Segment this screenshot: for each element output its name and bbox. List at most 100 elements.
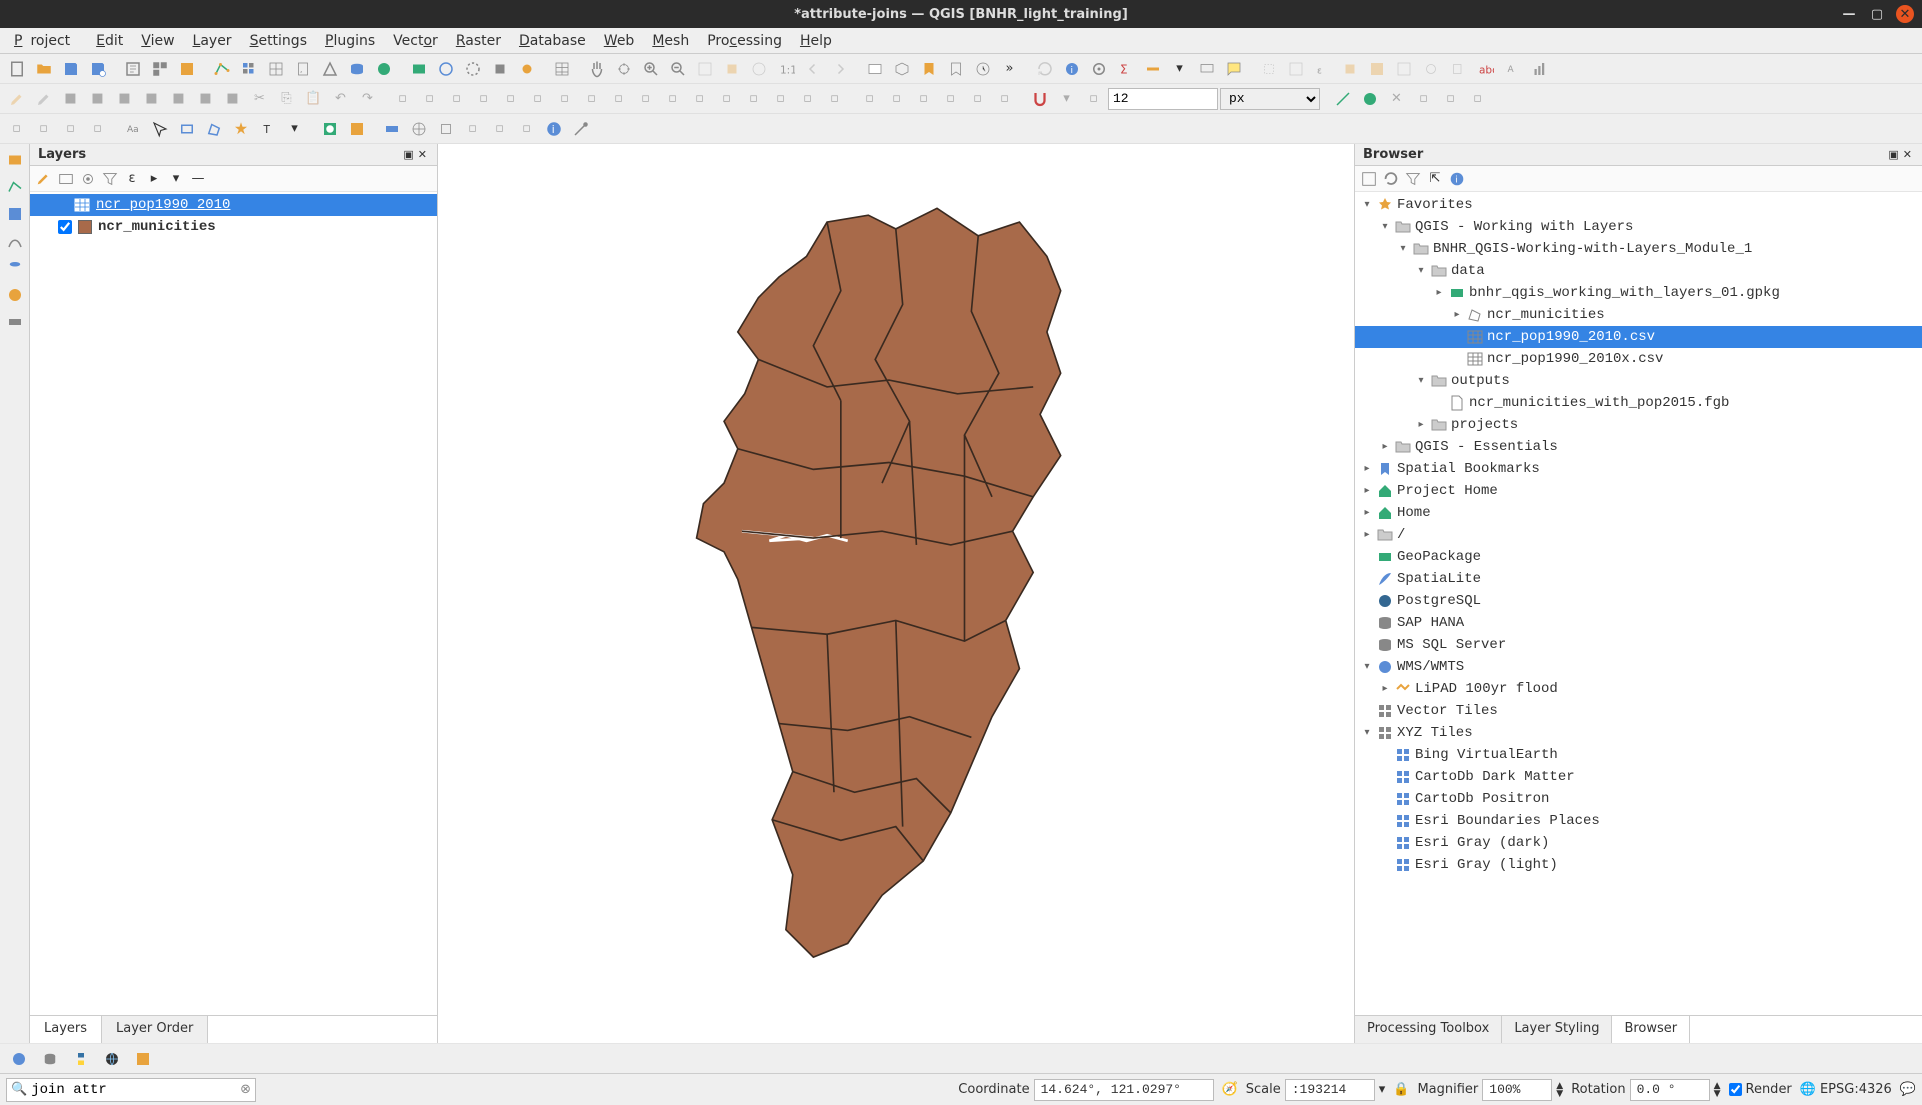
snap-opt1-icon[interactable]: ▫ <box>1411 86 1436 111</box>
dsm-open-icon[interactable] <box>3 148 27 172</box>
menu-web[interactable]: Web <box>596 29 643 53</box>
new-project-icon[interactable] <box>4 56 29 81</box>
browser-item[interactable]: PostgreSQL <box>1355 590 1922 612</box>
wms-layer-icon[interactable] <box>371 56 396 81</box>
dig10-icon[interactable]: ▫ <box>633 86 658 111</box>
tree-toggle-icon[interactable]: ▾ <box>1397 243 1409 255</box>
dig6-icon[interactable]: ▫ <box>525 86 550 111</box>
snap-tolerance-input[interactable] <box>1108 88 1218 110</box>
diagram-icon[interactable] <box>1526 56 1551 81</box>
browser-refresh-icon[interactable] <box>1381 169 1401 189</box>
dig11-icon[interactable]: ▫ <box>660 86 685 111</box>
crs-button[interactable]: 🌐 EPSG:4326 <box>1800 1082 1892 1097</box>
snap-unit-select[interactable]: px <box>1220 88 1320 110</box>
browser-item[interactable]: Esri Gray (dark) <box>1355 832 1922 854</box>
tree-toggle-icon[interactable]: ▸ <box>1379 441 1391 453</box>
layers-expand-icon[interactable]: ▸ <box>144 169 164 189</box>
locator-search[interactable]: 🔍 ⊗ <box>6 1078 256 1102</box>
layers-remove-icon[interactable]: — <box>188 169 208 189</box>
processing-toolbox-icon[interactable] <box>1086 56 1111 81</box>
menu-mesh[interactable]: Mesh <box>644 29 697 53</box>
plugin4-icon[interactable]: ▫ <box>460 116 485 141</box>
settings-icon[interactable] <box>568 116 593 141</box>
tree-toggle-icon[interactable]: ▸ <box>1415 419 1427 431</box>
toggle-editing-icon[interactable] <box>4 86 29 111</box>
snap6-icon[interactable]: ▫ <box>992 86 1017 111</box>
snap2-icon[interactable]: ▫ <box>884 86 909 111</box>
browser-item[interactable]: SAP HANA <box>1355 612 1922 634</box>
lbl4-icon[interactable]: ▫ <box>85 116 110 141</box>
open-project-icon[interactable] <box>31 56 56 81</box>
browser-item[interactable]: Esri Gray (light) <box>1355 854 1922 876</box>
style-manager-icon[interactable] <box>174 56 199 81</box>
dig4-icon[interactable]: ▫ <box>471 86 496 111</box>
label5-icon[interactable]: Aa <box>120 116 145 141</box>
browser-item[interactable]: GeoPackage <box>1355 546 1922 568</box>
extents-icon[interactable]: 🧭 <box>1222 1082 1238 1097</box>
dig2-icon[interactable]: ▫ <box>417 86 442 111</box>
measure-dropdown-icon[interactable]: ▾ <box>1167 56 1192 81</box>
show-bookmarks-icon[interactable] <box>943 56 968 81</box>
zoom-next-icon[interactable] <box>827 56 852 81</box>
browser-item[interactable]: ▾BNHR_QGIS-Working-with-Layers_Module_1 <box>1355 238 1922 260</box>
vector-layer-icon[interactable] <box>209 56 234 81</box>
josm-icon[interactable] <box>344 116 369 141</box>
tree-toggle-icon[interactable]: ▸ <box>1361 485 1373 497</box>
identify-icon[interactable]: i <box>1059 56 1084 81</box>
dsm-wms-icon[interactable] <box>3 283 27 307</box>
tree-toggle-icon[interactable]: ▸ <box>1361 529 1373 541</box>
refresh-icon[interactable] <box>1032 56 1057 81</box>
lock-scale-icon[interactable]: 🔒 <box>1393 1082 1409 1097</box>
redo-icon[interactable]: ↷ <box>355 86 380 111</box>
snap3-icon[interactable]: ▫ <box>911 86 936 111</box>
tree-toggle-icon[interactable]: ▾ <box>1361 661 1373 673</box>
deselect-icon[interactable] <box>1337 56 1362 81</box>
tree-toggle-icon[interactable]: ▸ <box>1379 683 1391 695</box>
tree-toggle-icon[interactable]: ▸ <box>1451 309 1463 321</box>
avoid-intersect-icon[interactable] <box>1357 86 1382 111</box>
dig9-icon[interactable]: ▫ <box>606 86 631 111</box>
browser-tree[interactable]: ▾Favorites▾QGIS - Working with Layers▾BN… <box>1355 192 1922 1015</box>
magnifier-spinner-icon[interactable]: ▲▼ <box>1556 1082 1563 1098</box>
browser-item[interactable]: CartoDb Positron <box>1355 788 1922 810</box>
snap-dropdown-icon[interactable]: ▾ <box>1054 86 1079 111</box>
plugin-db-icon[interactable] <box>37 1046 62 1071</box>
messages-icon[interactable]: 💬 <box>1900 1082 1916 1097</box>
dig3-icon[interactable]: ▫ <box>444 86 469 111</box>
browser-item[interactable]: ▸bnhr_qgis_working_with_layers_01.gpkg <box>1355 282 1922 304</box>
browser-item[interactable]: SpatiaLite <box>1355 568 1922 590</box>
browser-item[interactable]: ▾WMS/WMTS <box>1355 656 1922 678</box>
layers-tree[interactable]: ncr_pop1990_2010 ncr_municities <box>30 192 437 1015</box>
snap4-icon[interactable]: ▫ <box>938 86 963 111</box>
plugin-globe-icon[interactable] <box>99 1046 124 1071</box>
new-bookmark-icon[interactable] <box>916 56 941 81</box>
snap-layer-icon[interactable]: ▫ <box>1081 86 1106 111</box>
temporal-icon[interactable] <box>970 56 995 81</box>
delimited-text-icon[interactable]: , <box>290 56 315 81</box>
zoom-layer-icon[interactable] <box>746 56 771 81</box>
menu-layer[interactable]: Layer <box>185 29 240 53</box>
menu-database[interactable]: Database <box>511 29 594 53</box>
annotation-text-dropdown-icon[interactable]: ▾ <box>282 116 307 141</box>
scale-dropdown-icon[interactable]: ▾ <box>1379 1082 1386 1097</box>
zoom-last-icon[interactable] <box>800 56 825 81</box>
snap5-icon[interactable]: ▫ <box>965 86 990 111</box>
topo-editing-icon[interactable] <box>1330 86 1355 111</box>
browser-item[interactable]: ncr_pop1990_2010.csv <box>1355 326 1922 348</box>
map-canvas[interactable] <box>438 144 1354 1043</box>
minimize-button[interactable]: — <box>1840 5 1858 23</box>
tree-toggle-icon[interactable]: ▾ <box>1361 727 1373 739</box>
menu-raster[interactable]: Raster <box>448 29 509 53</box>
new-memory-layer-icon[interactable] <box>487 56 512 81</box>
plugin2-icon[interactable] <box>406 116 431 141</box>
statistics-icon[interactable]: Σ <box>1113 56 1138 81</box>
browser-item[interactable]: MS SQL Server <box>1355 634 1922 656</box>
new-shapefile-icon[interactable] <box>433 56 458 81</box>
paste-icon[interactable]: 📋 <box>301 86 326 111</box>
clear-search-icon[interactable]: ⊗ <box>240 1082 251 1097</box>
browser-item[interactable]: ▸/ <box>1355 524 1922 546</box>
save-project-icon[interactable] <box>58 56 83 81</box>
menu-edit[interactable]: Edit <box>88 29 131 53</box>
plugin-net-icon[interactable] <box>6 1046 31 1071</box>
browser-item[interactable]: ▾outputs <box>1355 370 1922 392</box>
